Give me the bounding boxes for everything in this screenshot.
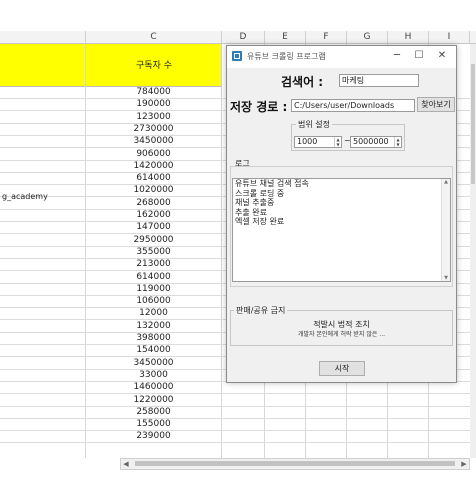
keyword-input[interactable]: 마케팅	[339, 74, 419, 87]
start-button[interactable]: 시작	[319, 361, 365, 376]
subscriber-count-cell[interactable]: 614000	[86, 271, 221, 283]
crawler-dialog: 유튜브 크롤링 프로그램 ─ ☐ ✕ 검색어 : 마케팅 저장 경로 : C:/…	[226, 45, 457, 383]
log-textbox[interactable]: 유튜브 채널 검색 접속 스크롤 로딩 중 채널 추출중 추출 완료 엑셀 저장 완료 …	[232, 178, 451, 282]
range-to-value: 5000000	[353, 137, 389, 146]
table-row[interactable]: 1460000	[0, 381, 476, 395]
channel-name-cell[interactable]: g_academy	[2, 191, 48, 203]
scroll-left-icon[interactable]: ◀	[121, 459, 131, 469]
keyword-label: 검색어 :	[281, 75, 324, 89]
log-line: 유튜브 채널 검색 접속	[235, 179, 309, 188]
subscriber-count-cell[interactable]: 123000	[86, 111, 221, 123]
subscriber-count-cell[interactable]: 119000	[86, 283, 221, 295]
spin-arrows-icon[interactable]: ▲ ▼	[334, 137, 341, 147]
range-title: 범위 설정	[296, 119, 332, 130]
log-line: 채널 추출중	[235, 198, 275, 207]
window-title: 유튜브 크롤링 프로그램	[247, 52, 326, 61]
table-row[interactable]: 258000	[0, 406, 476, 419]
subscriber-count-cell[interactable]: 784000	[86, 86, 221, 98]
minimize-icon[interactable]: ─	[387, 48, 407, 64]
column-header-h[interactable]: H	[388, 31, 429, 43]
scroll-thumb[interactable]	[135, 461, 455, 466]
column-header-b[interactable]	[0, 31, 86, 43]
scroll-thumb[interactable]	[471, 64, 475, 184]
column-header-row: C D E F G H I	[0, 31, 476, 44]
table-row[interactable]: 155000	[0, 418, 476, 432]
subscriber-count-cell[interactable]: 268000	[86, 197, 221, 209]
subscriber-count-cell[interactable]: 147000	[86, 221, 221, 233]
subscriber-count-cell[interactable]: 155000	[86, 418, 221, 430]
subscriber-count-cell[interactable]: 106000	[86, 295, 221, 307]
subscriber-count-cell[interactable]: 1460000	[86, 381, 221, 393]
subscriber-count-cell[interactable]: 3450000	[86, 357, 221, 369]
subscriber-count-cell[interactable]: 162000	[86, 209, 221, 221]
subscriber-count-cell[interactable]: 239000	[86, 430, 221, 442]
horizontal-scrollbar[interactable]: ◀ ▶	[120, 458, 470, 470]
save-path-input[interactable]: C:/Users/user/Downloads	[291, 99, 415, 112]
subscriber-count-cell[interactable]: 614000	[86, 172, 221, 184]
column-header-i[interactable]: I	[429, 31, 470, 43]
vertical-scrollbar[interactable]	[470, 44, 476, 458]
title-bar[interactable]: 유튜브 크롤링 프로그램 ─ ☐ ✕	[227, 46, 456, 68]
column-header-g[interactable]: G	[347, 31, 388, 43]
log-line: 스크롤 로딩 중	[235, 188, 285, 198]
log-lines: 유튜브 채널 검색 접속 스크롤 로딩 중 채널 추출중 추출 완료 엑셀 저장 완료	[233, 179, 450, 227]
table-row[interactable]: 1220000	[0, 394, 476, 407]
subscriber-count-cell[interactable]: 1420000	[86, 160, 221, 172]
subscriber-count-cell[interactable]: 258000	[86, 406, 221, 418]
column-header-c[interactable]: C	[86, 31, 222, 43]
browse-button[interactable]: 찾아보기	[417, 97, 455, 112]
subscriber-count-cell[interactable]: 355000	[86, 246, 221, 258]
subscriber-count-cell[interactable]: 132000	[86, 320, 221, 332]
subscriber-count-cell[interactable]: 3450000	[86, 135, 221, 147]
log-scrollbar[interactable]: ▲ ▼	[441, 179, 450, 281]
close-icon[interactable]: ✕	[432, 48, 452, 64]
subscriber-count-cell[interactable]: 2730000	[86, 123, 221, 135]
range-to-spinbox[interactable]: 5000000 ▲ ▼	[350, 136, 402, 148]
column-header-f[interactable]: F	[306, 31, 347, 43]
subscriber-count-cell[interactable]: 213000	[86, 258, 221, 270]
log-line: 엑셀 저장 완료	[235, 217, 285, 226]
notice-line-2: 개발자 본인에게 허락 받지 않은 ...	[297, 331, 386, 338]
subscriber-count-cell[interactable]: 33000	[86, 369, 221, 381]
header-row-yellow[interactable]: 구독자 수	[0, 44, 222, 87]
table-row[interactable]: 239000	[0, 430, 476, 444]
subscriber-count-cell[interactable]: 12000	[86, 307, 221, 319]
subscriber-count-cell[interactable]: 1220000	[86, 394, 221, 406]
notice-title: 판매/공유 금지	[234, 305, 288, 316]
log-line: 추출 완료	[235, 207, 267, 217]
spin-arrows-icon[interactable]: ▲ ▼	[394, 137, 401, 147]
column-header-d[interactable]: D	[222, 31, 265, 43]
column-header-e[interactable]: E	[265, 31, 306, 43]
subscriber-count-cell[interactable]: 190000	[86, 98, 221, 110]
range-from-value: 1000	[297, 137, 318, 146]
subscriber-count-header[interactable]: 구독자 수	[86, 58, 222, 71]
range-from-spinbox[interactable]: 1000 ▲ ▼	[294, 136, 342, 148]
subscriber-count-cell[interactable]: 906000	[86, 148, 221, 160]
app-icon	[232, 51, 242, 61]
toolbar-strip	[0, 0, 476, 32]
subscriber-count-cell[interactable]: 154000	[86, 344, 221, 356]
scroll-right-icon[interactable]: ▶	[459, 459, 469, 469]
maximize-icon[interactable]: ☐	[409, 48, 429, 64]
subscriber-count-cell[interactable]: 398000	[86, 332, 221, 344]
save-path-label: 저장 경로 :	[230, 100, 288, 114]
subscriber-count-cell[interactable]: 1020000	[86, 184, 221, 196]
subscriber-count-cell[interactable]: 2950000	[86, 234, 221, 246]
range-groupbox: 범위 설정 1000 ▲ ▼ ~ 5000000 ▲ ▼	[291, 119, 405, 151]
